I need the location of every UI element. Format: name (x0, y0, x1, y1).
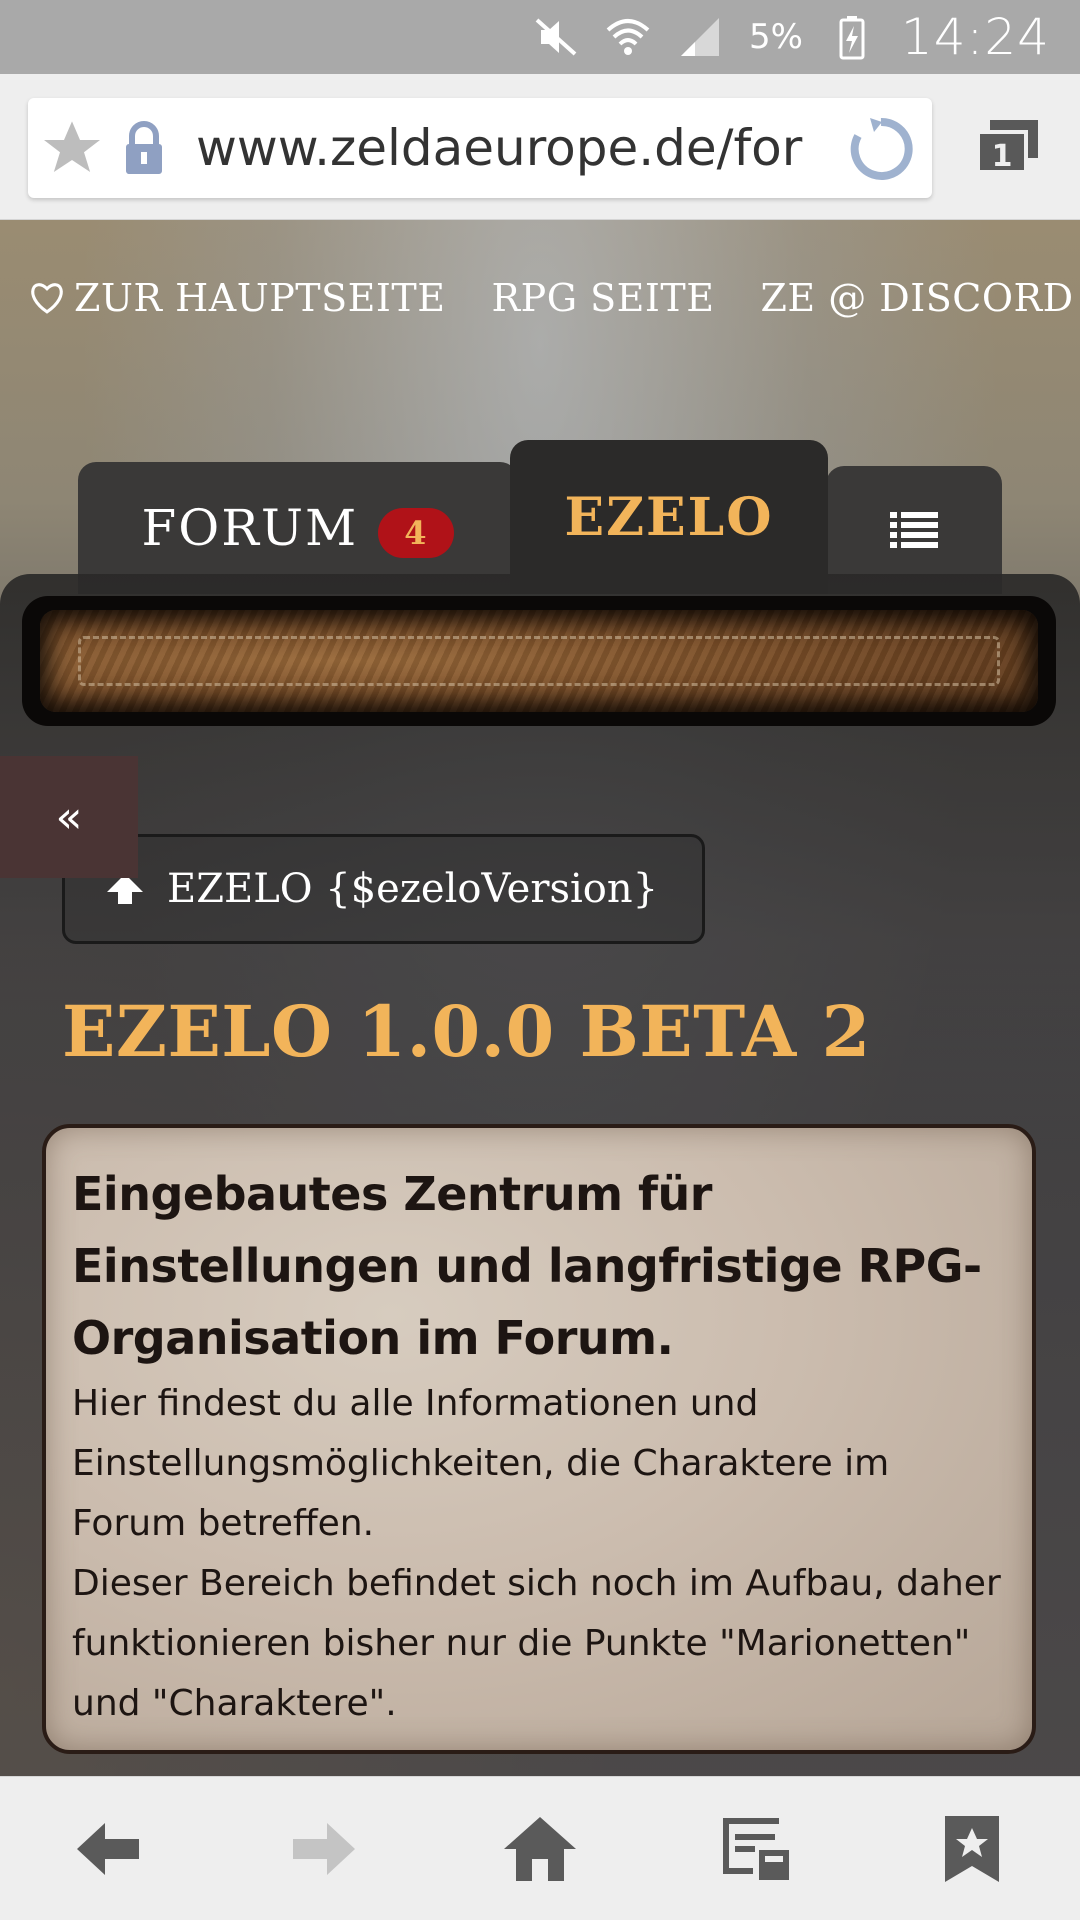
leather-banner (22, 596, 1056, 726)
tab-forum-label: FORUM (141, 499, 359, 557)
version-button-label: EZELO {$ezeloVersion} (167, 866, 659, 912)
intro-paragraph-2: Dieser Bereich befindet sich noch im Auf… (72, 1563, 1001, 1724)
intro-card: Eingebautes Zentrum für Einstellungen un… (42, 1124, 1036, 1754)
browser-bottom-nav (0, 1776, 1080, 1920)
reader-mode-icon[interactable] (711, 1804, 801, 1894)
intro-paragraph-1: Hier findest du alle Informationen und E… (72, 1383, 890, 1544)
battery-charging-icon (829, 14, 875, 60)
battery-percent: 5% (748, 17, 803, 57)
version-button[interactable]: EZELO {$ezeloVersion} (62, 834, 705, 944)
clock: 14:24 (900, 8, 1050, 66)
notification-badge: 4 (378, 508, 455, 558)
back-arrow-icon[interactable] (63, 1804, 153, 1894)
tab-switcher-icon[interactable]: 1 (972, 118, 1042, 178)
wifi-icon (605, 14, 651, 60)
heart-icon (31, 283, 63, 314)
home-link[interactable]: ZUR HAUPTSEITE (28, 276, 446, 320)
bookmark-star-icon[interactable] (28, 98, 116, 198)
list-icon (890, 512, 938, 548)
tab-ezelo[interactable]: EZELO (510, 440, 828, 594)
page-content: ZUR HAUPTSEITE RPG SEITE ZE @ DISCORD FO… (0, 220, 1080, 1776)
lock-icon (116, 98, 172, 198)
signal-icon (677, 14, 723, 60)
top-links: ZUR HAUPTSEITE RPG SEITE ZE @ DISCORD (28, 276, 1074, 320)
rpg-link[interactable]: RPG SEITE (492, 276, 715, 320)
home-icon[interactable] (495, 1804, 585, 1894)
home-link-label: ZUR HAUPTSEITE (74, 276, 446, 320)
address-bar[interactable]: www.zeldaeurope.de/forum (28, 98, 932, 198)
status-bar: 5% 14:24 (0, 0, 1080, 74)
discord-link[interactable]: ZE @ DISCORD (761, 276, 1074, 320)
mute-icon (533, 14, 579, 60)
collapse-sidebar-button[interactable]: « (0, 756, 138, 878)
page-title: EZELO 1.0.0 BETA 2 (62, 990, 871, 1073)
bookmarks-icon[interactable] (927, 1804, 1017, 1894)
browser-toolbar: www.zeldaeurope.de/forum 1 (0, 74, 1080, 220)
url-text[interactable]: www.zeldaeurope.de/forum (196, 119, 806, 177)
tab-count: 1 (992, 139, 1013, 174)
intro-title: Eingebautes Zentrum für Einstellungen un… (72, 1167, 982, 1365)
forward-arrow-icon[interactable] (279, 1804, 369, 1894)
reload-icon[interactable] (846, 114, 916, 184)
